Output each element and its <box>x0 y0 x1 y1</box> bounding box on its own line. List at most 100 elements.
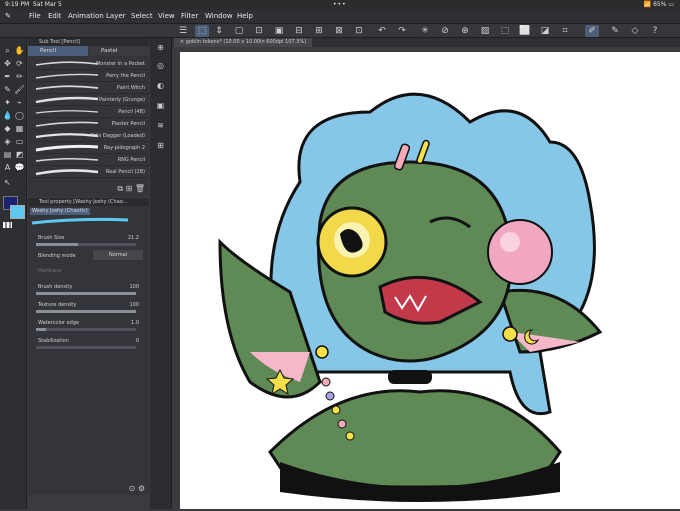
subtool-header: Sub Tool [Pencil] <box>28 38 149 46</box>
watercolor-edge-slider[interactable] <box>36 328 136 331</box>
invert-icon[interactable]: ◪ <box>538 25 552 37</box>
list-item[interactable]: Plaster Pencil <box>28 118 149 130</box>
canvas-tab-bar: × goblin tokens* (10.00 x 10.00in 600dpi… <box>172 38 680 47</box>
sub-color-swatch[interactable] <box>10 205 25 219</box>
balloon-icon[interactable]: 💬 <box>14 162 25 173</box>
material-icon[interactable]: ▣ <box>155 100 166 111</box>
list-item[interactable]: RNG Pencil <box>28 154 149 166</box>
list-item[interactable]: Ray-pidograph 2 <box>28 142 149 154</box>
move-icon[interactable]: ⇕ <box>212 25 226 37</box>
share-icon[interactable]: ⊞ <box>312 25 326 37</box>
reset-icon[interactable]: ⊙ <box>129 484 136 493</box>
correct-line-icon[interactable]: ↖ <box>2 177 13 188</box>
select-all-icon[interactable]: ⬚ <box>498 25 512 37</box>
open-file-icon[interactable]: ⊡ <box>252 25 266 37</box>
save-icon[interactable]: ▣ <box>272 25 286 37</box>
operation-icon[interactable]: ◩ <box>14 149 25 160</box>
add-subtool-icon[interactable]: ⊞ <box>126 184 133 193</box>
brush-size-slider[interactable] <box>36 243 136 246</box>
brush-icon[interactable]: 🖌 <box>14 84 25 95</box>
blend-icon[interactable]: 💧 <box>2 110 13 121</box>
eraser-icon[interactable]: ◇ <box>628 25 642 37</box>
zoom-icon[interactable]: ⌕ <box>2 45 13 56</box>
list-item[interactable]: Real Pencil (2B) <box>28 166 149 178</box>
app-logo-icon[interactable]: ✎ <box>5 12 11 20</box>
tool-property-panel: Tool property [Washy Joshy (Chao... Wash… <box>28 198 149 495</box>
brush-preview <box>30 217 130 225</box>
menu-filter[interactable]: Filter <box>181 12 198 20</box>
drawing-canvas[interactable] <box>180 52 680 509</box>
color-wheel-icon[interactable]: ◐ <box>155 80 166 91</box>
hamburger-icon[interactable]: ☰ <box>176 25 190 37</box>
move-layer-icon[interactable]: ✥ <box>2 58 13 69</box>
menu-window[interactable]: Window <box>205 12 233 20</box>
deselect-icon[interactable]: ⬜ <box>518 25 532 37</box>
brush-density-slider[interactable] <box>36 292 136 295</box>
menu-animation[interactable]: Animation <box>68 12 104 20</box>
eyedropper-icon[interactable]: ✒ <box>2 71 13 82</box>
clear-icon[interactable]: ⊘ <box>438 25 452 37</box>
new-canvas-icon[interactable]: ▢ <box>232 25 246 37</box>
pen-pressure-icon[interactable]: ✐ <box>585 25 599 37</box>
clip-icon[interactable]: ⊠ <box>332 25 346 37</box>
settings-icon[interactable]: ⚙ <box>138 484 145 493</box>
eraser-tool-icon[interactable]: ◯ <box>14 110 25 121</box>
ruler-tool-icon[interactable]: ▤ <box>2 149 13 160</box>
hand-icon[interactable]: ✋ <box>14 45 25 56</box>
airbrush-icon[interactable]: ⌁ <box>14 97 25 108</box>
brush-name-field[interactable]: Washy Joshy (Chaotic) <box>30 208 90 215</box>
stabilization-slider[interactable] <box>36 346 136 349</box>
menu-select[interactable]: Select <box>131 12 153 20</box>
delete-subtool-icon[interactable]: 🗑 <box>135 184 145 193</box>
brush-density-fill <box>36 292 136 295</box>
list-item[interactable]: Paint Witch <box>28 82 149 94</box>
transparent-swatch[interactable] <box>3 222 12 228</box>
property-footer: ⊙ ⚙ <box>129 484 145 493</box>
copy-subtool-icon[interactable]: ⧉ <box>117 184 123 193</box>
brush-settings-icon[interactable]: ✎ <box>608 25 622 37</box>
tab-pastel[interactable]: Pastel <box>89 46 149 56</box>
rotate-icon[interactable]: ⟳ <box>14 58 25 69</box>
blending-mode-select[interactable]: Normal <box>93 250 143 260</box>
list-item[interactable]: Pri's Dagger (Loaded) <box>28 130 149 142</box>
decoration-icon[interactable]: ✦ <box>2 97 13 108</box>
brush-size-fill <box>36 243 78 246</box>
figure-icon[interactable]: ◈ <box>2 136 13 147</box>
menu-view[interactable]: View <box>158 12 175 20</box>
texture-density-slider[interactable] <box>36 310 136 313</box>
tab-pencil[interactable]: Pencil <box>28 46 88 56</box>
fill-icon[interactable]: ▨ <box>478 25 492 37</box>
selection-mode-icon[interactable]: ⬚ <box>195 25 209 37</box>
list-item[interactable]: Painterly (Grunge) <box>28 94 149 106</box>
navigator-icon[interactable]: ⊕ <box>155 42 166 53</box>
menu-help[interactable]: Help <box>237 12 253 20</box>
layers-icon[interactable]: ≋ <box>155 120 166 131</box>
multitask-dots[interactable]: ••• <box>333 0 347 10</box>
layer-property-icon[interactable]: ◎ <box>155 60 166 71</box>
fill-tool-icon[interactable]: ◆ <box>2 123 13 134</box>
text-icon[interactable]: A <box>2 162 13 173</box>
tool-property-header: Tool property [Washy Joshy (Chao... <box>28 198 149 206</box>
list-item[interactable]: Pencil (4B) <box>28 106 149 118</box>
list-item[interactable]: Monster in a Pocket <box>28 58 149 70</box>
undo-icon[interactable]: ↶ <box>375 25 389 37</box>
ruler-icon[interactable]: ⌗ <box>558 25 572 37</box>
menu-layer[interactable]: Layer <box>106 12 126 20</box>
texture-density-fill <box>36 310 136 313</box>
print-icon[interactable]: ⊡ <box>352 25 366 37</box>
menu-file[interactable]: File <box>29 12 41 20</box>
pencil-icon[interactable]: ✎ <box>2 84 13 95</box>
help-icon[interactable]: ? <box>648 25 662 37</box>
export-icon[interactable]: ⊟ <box>292 25 306 37</box>
menu-edit[interactable]: Edit <box>48 12 62 20</box>
canvas-tab[interactable]: × goblin tokens* (10.00 x 10.00in 600dpi… <box>174 38 313 47</box>
layer-search-icon[interactable]: ⊞ <box>155 140 166 151</box>
command-bar: ☰ ⬚ ⇕ ▢ ⊡ ▣ ⊟ ⊞ ⊠ ⊡ ↶ ↷ ✳ ⊘ ⊕ ▨ ⬚ ⬜ ◪ ⌗ … <box>0 24 680 38</box>
frame-icon[interactable]: ▭ <box>14 136 25 147</box>
redo-icon[interactable]: ↷ <box>395 25 409 37</box>
pen-icon[interactable]: ✏ <box>14 71 25 82</box>
gradient-icon[interactable]: ▦ <box>14 123 25 134</box>
list-item[interactable]: Perry the Pencil <box>28 70 149 82</box>
loading-icon[interactable]: ✳ <box>418 25 432 37</box>
transform-icon[interactable]: ⊕ <box>458 25 472 37</box>
